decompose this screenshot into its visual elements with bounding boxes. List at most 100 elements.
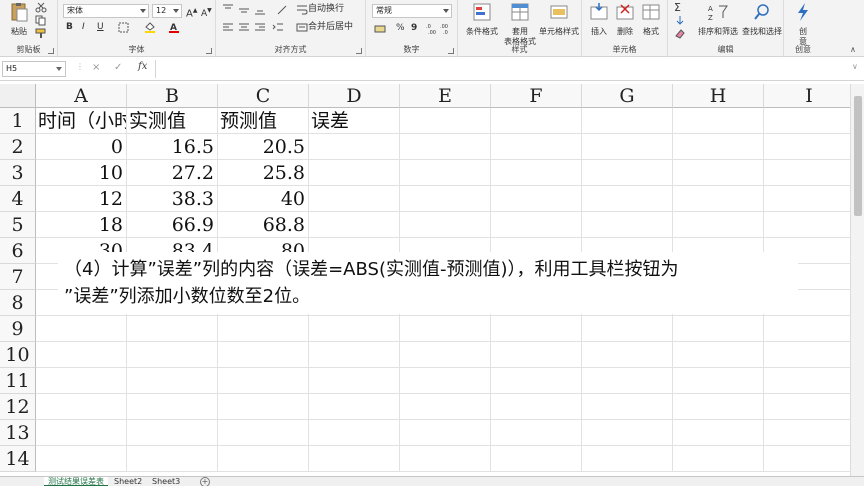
cell-i2[interactable] [764, 134, 855, 160]
autosum-button[interactable]: Σ [674, 2, 681, 13]
sheet-tab[interactable]: Sheet3 [148, 477, 184, 486]
cell-e3[interactable] [400, 160, 491, 186]
cell-i14[interactable] [764, 446, 855, 472]
cell-a10[interactable] [36, 342, 127, 368]
row-header-14[interactable]: 14 [0, 446, 36, 472]
cell-c9[interactable] [218, 316, 309, 342]
format-painter-button[interactable] [35, 28, 47, 39]
cell-e1[interactable] [400, 108, 491, 134]
cell-e11[interactable] [400, 368, 491, 394]
sort-filter-button[interactable]: AZ 排序和筛选 [696, 2, 740, 37]
row-header-11[interactable]: 11 [0, 368, 36, 394]
column-header-d[interactable]: D [309, 84, 400, 108]
orientation-button[interactable] [276, 4, 288, 15]
cell-c3[interactable]: 25.8 [218, 160, 309, 186]
cell-f14[interactable] [491, 446, 582, 472]
collapse-ribbon-button[interactable]: ∧ [850, 44, 856, 55]
alignment-launcher-icon[interactable] [356, 48, 362, 54]
cell-a13[interactable] [36, 420, 127, 446]
cell-e10[interactable] [400, 342, 491, 368]
cell-b5[interactable]: 66.9 [127, 212, 218, 238]
grow-font-button[interactable]: A▲ [186, 5, 197, 19]
cell-g3[interactable] [582, 160, 673, 186]
cell-i13[interactable] [764, 420, 855, 446]
cell-d2[interactable] [309, 134, 400, 160]
row-header-10[interactable]: 10 [0, 342, 36, 368]
cell-g10[interactable] [582, 342, 673, 368]
formula-input[interactable] [155, 60, 849, 78]
cell-c2[interactable]: 20.5 [218, 134, 309, 160]
align-bottom-button[interactable] [254, 4, 266, 15]
wrap-text-button[interactable]: 自动换行 [296, 4, 344, 15]
cell-g13[interactable] [582, 420, 673, 446]
cell-c12[interactable] [218, 394, 309, 420]
cell-d11[interactable] [309, 368, 400, 394]
row-header-8[interactable]: 8 [0, 290, 36, 316]
cell-d4[interactable] [309, 186, 400, 212]
cell-b4[interactable]: 38.3 [127, 186, 218, 212]
cell-g1[interactable] [582, 108, 673, 134]
cell-g4[interactable] [582, 186, 673, 212]
row-header-2[interactable]: 2 [0, 134, 36, 160]
currency-button[interactable] [374, 23, 386, 34]
select-all-corner[interactable] [0, 84, 36, 108]
enter-icon[interactable]: ✓ [114, 62, 122, 73]
cell-f5[interactable] [491, 212, 582, 238]
font-color-button[interactable]: A [168, 22, 180, 33]
column-header-a[interactable]: A [36, 84, 127, 108]
name-box[interactable]: H5 [2, 61, 66, 77]
cell-h1[interactable] [673, 108, 764, 134]
cell-g9[interactable] [582, 316, 673, 342]
column-header-i[interactable]: I [764, 84, 855, 108]
cell-f9[interactable] [491, 316, 582, 342]
align-right-button[interactable] [254, 22, 266, 33]
cell-d10[interactable] [309, 342, 400, 368]
cell-e4[interactable] [400, 186, 491, 212]
cell-a12[interactable] [36, 394, 127, 420]
indent-button[interactable] [272, 22, 284, 33]
cell-h5[interactable] [673, 212, 764, 238]
sheet-tab-active[interactable]: 测试结果误差表 [44, 477, 108, 486]
fill-button[interactable] [674, 15, 686, 26]
cell-h11[interactable] [673, 368, 764, 394]
cell-b13[interactable] [127, 420, 218, 446]
cell-f13[interactable] [491, 420, 582, 446]
column-header-f[interactable]: F [491, 84, 582, 108]
align-middle-button[interactable] [238, 4, 250, 15]
row-header-7[interactable]: 7 [0, 264, 36, 290]
format-button[interactable]: 格式 [638, 2, 664, 37]
cell-f12[interactable] [491, 394, 582, 420]
font-name-select[interactable]: 宋体 [63, 4, 149, 18]
cell-d9[interactable] [309, 316, 400, 342]
cell-a2[interactable]: 0 [36, 134, 127, 160]
font-launcher-icon[interactable] [206, 48, 212, 54]
row-header-13[interactable]: 13 [0, 420, 36, 446]
cell-h10[interactable] [673, 342, 764, 368]
column-header-b[interactable]: B [127, 84, 218, 108]
italic-button[interactable]: I [82, 22, 85, 33]
merge-center-button[interactable]: 合并后居中 [296, 22, 353, 33]
column-header-h[interactable]: H [673, 84, 764, 108]
font-size-select[interactable]: 12 [152, 4, 182, 18]
cell-h3[interactable] [673, 160, 764, 186]
fill-color-button[interactable] [144, 22, 156, 33]
shrink-font-button[interactable]: A▼ [201, 5, 212, 20]
cell-a4[interactable]: 12 [36, 186, 127, 212]
cell-c11[interactable] [218, 368, 309, 394]
cell-i11[interactable] [764, 368, 855, 394]
column-header-c[interactable]: C [218, 84, 309, 108]
cell-i10[interactable] [764, 342, 855, 368]
row-header-6[interactable]: 6 [0, 238, 36, 264]
align-left-button[interactable] [222, 22, 234, 33]
column-header-g[interactable]: G [582, 84, 673, 108]
cell-b11[interactable] [127, 368, 218, 394]
paste-button[interactable]: 粘贴 [6, 2, 32, 37]
clear-button[interactable] [674, 28, 686, 39]
cell-e12[interactable] [400, 394, 491, 420]
cell-i9[interactable] [764, 316, 855, 342]
clipboard-launcher-icon[interactable] [48, 48, 54, 54]
cell-a5[interactable]: 18 [36, 212, 127, 238]
row-header-4[interactable]: 4 [0, 186, 36, 212]
vertical-scrollbar[interactable] [850, 84, 864, 476]
cell-h9[interactable] [673, 316, 764, 342]
